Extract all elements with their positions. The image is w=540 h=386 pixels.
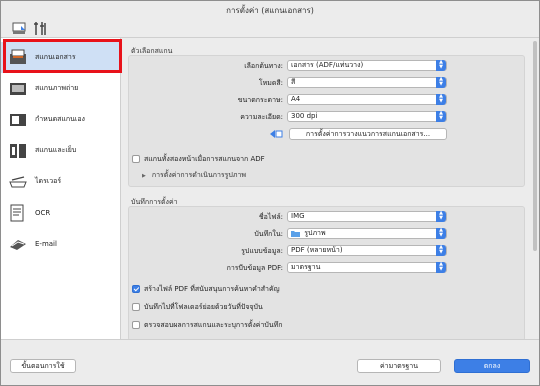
folder-icon — [291, 230, 300, 237]
sidebar-item-driver[interactable]: ไดรเวอร์ — [1, 166, 121, 197]
keyword-pdf-label: สร้างไฟล์ PDF ที่สนับสนุนการค้นหาคำสำคัญ — [144, 284, 280, 293]
sidebar-item-email[interactable]: E-mail — [1, 228, 121, 259]
photo-scan-icon — [10, 82, 26, 95]
confirm-results-label: ตรวจสอบผลการสแกนและระบุการตั้งค่าบันทึก — [144, 320, 283, 329]
data-format-select[interactable]: PDF (หลายหน้า) ▲ ▼ — [287, 245, 447, 256]
custom-scan-icon — [10, 113, 26, 126]
subfolder-label: บันทึกไปที่โฟลเดอร์ย่อยด้วยวันที่ปัจจุบั… — [144, 302, 263, 311]
settings-window: การตั้งค่า (สแกนเอกสาร) สแกนเอกสาร สแกนภ… — [0, 0, 540, 386]
save-in-value: รูปภาพ — [304, 229, 326, 237]
chevron-updown-icon: ▲ ▼ — [436, 77, 446, 88]
color-mode-select[interactable]: สี ▲ ▼ — [287, 77, 447, 88]
ocr-icon — [10, 204, 24, 221]
confirm-results-row[interactable]: ตรวจสอบผลการสแกนและระบุการตั้งค่าบันทึก — [132, 320, 283, 330]
sidebar-item-label: กำหนดสแกนเอง — [35, 115, 85, 123]
sidebar-item-label: OCR — [35, 208, 51, 217]
filename-input[interactable]: IMG ▲ ▼ — [287, 211, 447, 222]
source-label: เลือกต้นทาง: — [244, 62, 283, 70]
ok-button[interactable]: ตกลง — [454, 359, 530, 373]
chevron-updown-icon: ▲ ▼ — [436, 60, 446, 71]
pdf-compression-label: การบีบข้อมูล PDF: — [226, 264, 283, 272]
chevron-updown-icon: ▲ ▼ — [436, 211, 446, 222]
sidebar-item-photo-scan[interactable]: สแกนภาพถ่าย — [1, 73, 121, 104]
chevron-updown-icon: ▲ ▼ — [436, 262, 446, 273]
resolution-select[interactable]: 300 dpi ▲ ▼ — [287, 111, 447, 122]
defaults-button[interactable]: ค่ามาตรฐาน — [357, 359, 441, 373]
sidebar-item-scan-stitch[interactable]: สแกนและเย็บ — [1, 135, 121, 166]
main-panel: ตัวเลือกสแกน เลือกต้นทาง: เอกสาร (ADF/แท… — [121, 38, 539, 341]
paper-size-label: ขนาดกระดาษ: — [237, 96, 283, 104]
disclosure-triangle-icon: ▶ — [142, 172, 146, 179]
scrollbar-thumb[interactable] — [533, 41, 537, 251]
color-mode-value: สี — [291, 78, 296, 86]
footer: ขั้นตอนการใช้ ค่ามาตรฐาน ตกลง — [1, 339, 539, 385]
sidebar-item-label: สแกนและเย็บ — [35, 146, 77, 154]
paper-size-select[interactable]: A4 ▲ ▼ — [287, 94, 447, 105]
sidebar: สแกนเอกสาร สแกนภาพถ่าย กำหนดสแกนเอง สแกน… — [1, 38, 121, 339]
orientation-icon — [270, 130, 283, 138]
chevron-updown-icon: ▲ ▼ — [436, 111, 446, 122]
window-title: การตั้งค่า (สแกนเอกสาร) — [226, 6, 314, 15]
save-in-select[interactable]: รูปภาพ ▲ ▼ — [287, 228, 447, 239]
toolbar — [1, 21, 539, 38]
filename-label: ชื่อไฟล์: — [258, 213, 283, 221]
resolution-label: ความละเอียด: — [240, 113, 283, 121]
save-in-label: บันทึกใน: — [254, 230, 283, 238]
chevron-updown-icon: ▲ ▼ — [436, 245, 446, 256]
data-format-label: รูปแบบข้อมูล: — [241, 247, 283, 255]
sidebar-item-label: E-mail — [35, 239, 57, 248]
scan-settings-icon[interactable] — [12, 21, 27, 36]
duplex-row[interactable]: สแกนทั้งสองหน้าเมื่อการสแกนจาก ADF — [132, 154, 265, 164]
general-settings-icon[interactable] — [33, 21, 48, 36]
confirm-results-checkbox[interactable] — [132, 321, 140, 329]
chevron-updown-icon: ▲ ▼ — [436, 94, 446, 105]
driver-icon — [9, 175, 27, 187]
sidebar-item-label: ไดรเวอร์ — [35, 177, 62, 185]
sidebar-item-label: สแกนภาพถ่าย — [35, 84, 79, 92]
sidebar-item-custom-scan[interactable]: กำหนดสแกนเอง — [1, 104, 121, 135]
duplex-checkbox[interactable] — [132, 155, 140, 163]
email-icon — [10, 239, 26, 250]
paper-size-value: A4 — [291, 95, 301, 103]
filename-value: IMG — [291, 212, 305, 220]
subfolder-checkbox[interactable] — [132, 303, 140, 311]
keyword-pdf-row[interactable]: สร้างไฟล์ PDF ที่สนับสนุนการค้นหาคำสำคัญ — [132, 284, 280, 294]
image-processing-toggle[interactable]: ▶ การตั้งค่าการดำเนินการรูปภาพ — [142, 170, 246, 181]
keyword-pdf-checkbox[interactable] — [132, 285, 140, 293]
subfolder-row[interactable]: บันทึกไปที่โฟลเดอร์ย่อยด้วยวันที่ปัจจุบั… — [132, 302, 263, 312]
scan-stitch-icon — [10, 143, 26, 158]
image-processing-label: การตั้งค่าการดำเนินการรูปภาพ — [151, 171, 247, 179]
color-mode-label: โหมดสี: — [258, 79, 283, 87]
chevron-updown-icon: ▲ ▼ — [436, 228, 446, 239]
document-placement-button[interactable]: การตั้งค่าการวางแนวการสแกนเอกสาร... — [289, 128, 447, 140]
scrollbar[interactable] — [532, 39, 538, 287]
pdf-compression-select[interactable]: มาตรฐาน ▲ ▼ — [287, 262, 447, 273]
instructions-button[interactable]: ขั้นตอนการใช้ — [10, 359, 76, 373]
resolution-value: 300 dpi — [291, 112, 318, 120]
data-format-value: PDF (หลายหน้า) — [291, 246, 343, 254]
active-item-highlight — [3, 39, 122, 73]
sidebar-item-ocr[interactable]: OCR — [1, 197, 121, 228]
source-value: เอกสาร (ADF/แท่นวาง) — [291, 61, 364, 69]
scan-options-group: เลือกต้นทาง: เอกสาร (ADF/แท่นวาง) ▲ ▼ โหม… — [128, 55, 525, 187]
pdf-compression-value: มาตรฐาน — [291, 263, 321, 271]
source-select[interactable]: เอกสาร (ADF/แท่นวาง) ▲ ▼ — [287, 60, 447, 71]
duplex-label: สแกนทั้งสองหน้าเมื่อการสแกนจาก ADF — [144, 154, 265, 163]
save-settings-group: ชื่อไฟล์: IMG ▲ ▼ บันทึกใน: รูปภาพ ▲ ▼ รูป… — [128, 206, 525, 341]
